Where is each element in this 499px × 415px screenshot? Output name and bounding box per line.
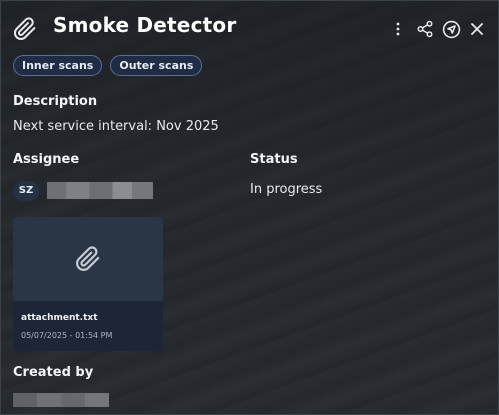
tag-chip[interactable]: Inner scans (13, 55, 103, 76)
detail-panel: Smoke Detector Inner scans Outer scans D… (0, 0, 499, 415)
paperclip-icon (76, 246, 100, 271)
assignee-name-redacted (47, 182, 153, 199)
description-value: Next service interval: Nov 2025 (13, 119, 219, 134)
assignee-label: Assignee (13, 152, 80, 167)
navigate-button[interactable] (441, 18, 461, 40)
paperclip-icon (13, 17, 37, 41)
tag-list: Inner scans Outer scans (13, 55, 203, 76)
attachment-card[interactable]: attachment.txt 05/07/2025 - 01:54 PM (13, 217, 163, 351)
more-options-button[interactable] (388, 18, 408, 40)
share-icon (416, 20, 434, 38)
created-by-label: Created by (13, 365, 94, 380)
attachment-filename: attachment.txt (21, 313, 98, 323)
description-label: Description (13, 94, 98, 109)
creator-name-redacted (13, 393, 109, 407)
close-icon (471, 23, 483, 35)
close-button[interactable] (467, 18, 487, 40)
status-value: In progress (250, 182, 323, 197)
panel-header: Smoke Detector (1, 1, 499, 57)
attachment-date: 05/07/2025 - 01:54 PM (21, 331, 113, 340)
share-button[interactable] (415, 18, 435, 40)
navigate-icon (442, 20, 461, 39)
attachment-thumbnail (13, 217, 163, 301)
tag-chip[interactable]: Outer scans (110, 55, 203, 76)
more-vertical-icon (396, 22, 400, 36)
page-title: Smoke Detector (53, 13, 237, 37)
status-label: Status (250, 152, 298, 167)
avatar: SZ (13, 181, 39, 201)
